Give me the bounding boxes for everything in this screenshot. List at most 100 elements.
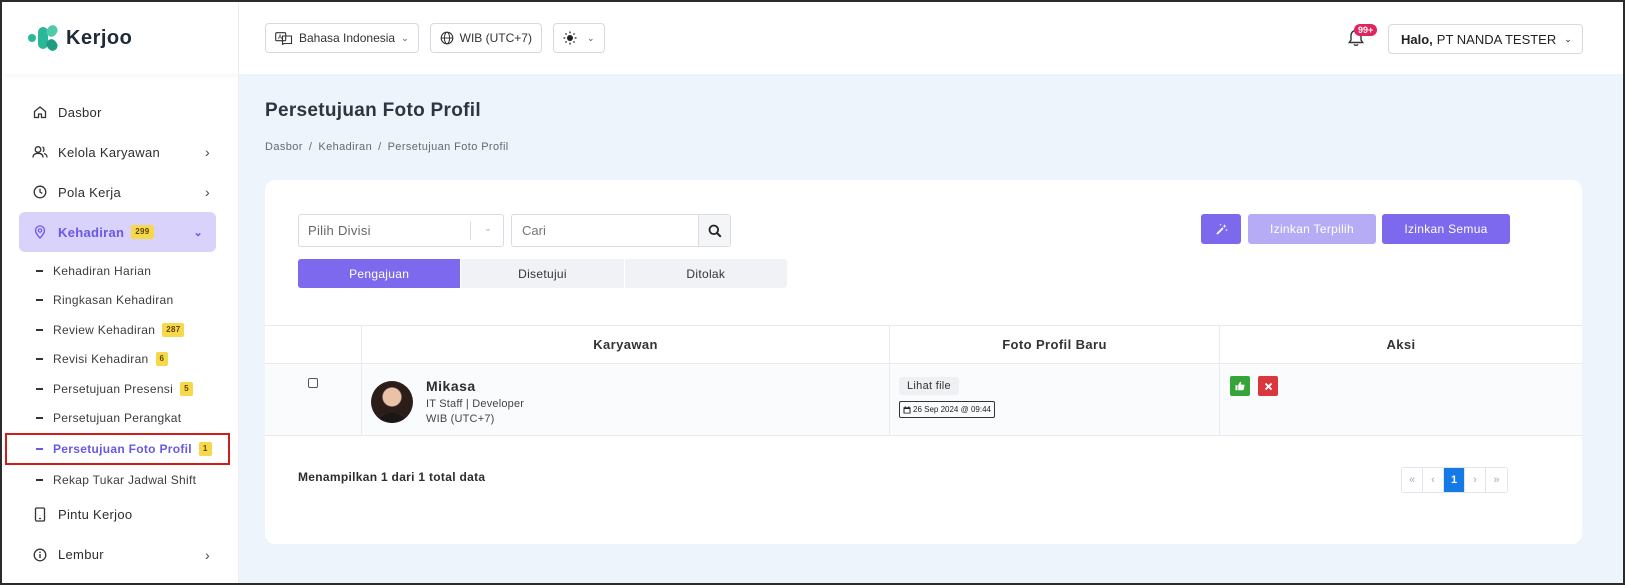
clock-icon	[32, 184, 48, 200]
presensi-count-badge: 5	[180, 381, 193, 396]
pagination-page-current[interactable]: 1	[1444, 468, 1465, 492]
search-button[interactable]	[698, 215, 730, 246]
pagination-last[interactable]: »	[1486, 468, 1507, 492]
users-icon	[32, 144, 48, 160]
greeting: Halo,	[1401, 31, 1433, 47]
breadcrumb: Dasbor / Kehadiran / Persetujuan Foto Profil	[265, 141, 509, 153]
table-row: Mikasa IT Staff | Developer WIB (UTC+7) …	[265, 364, 1582, 436]
brand-logo[interactable]: Kerjoo	[2, 2, 238, 74]
breadcrumb-item-kehadiran[interactable]: Kehadiran	[318, 141, 372, 153]
home-icon	[32, 104, 48, 120]
sidebar-subitem-label: Kehadiran Harian	[53, 263, 152, 278]
timezone-selector[interactable]: WIB (UTC+7)	[429, 23, 542, 53]
sidebar-subitem-label: Persetujuan Perangkat	[53, 411, 182, 426]
action-cell	[1219, 364, 1582, 435]
approve-button[interactable]	[1230, 376, 1250, 396]
sidebar-item-kelola-karyawan[interactable]: Kelola Karyawan ›	[2, 132, 238, 172]
theme-toggle[interactable]: ⌄	[552, 23, 605, 53]
sidebar-subitem-label: Rekap Tukar Jadwal Shift	[53, 472, 197, 487]
submission-date: 26 Sep 2024 @ 09:44	[899, 401, 995, 418]
column-header-karyawan: Karyawan	[361, 326, 889, 363]
sidebar-item-lembur[interactable]: Lembur ›	[2, 535, 238, 575]
table-summary: Menampilkan 1 dari 1 total data	[298, 470, 486, 484]
employee-cell: Mikasa IT Staff | Developer WIB (UTC+7)	[361, 364, 889, 435]
approval-card: Pilih Divisi ⌄ Pengajuan Disetujui Ditol…	[265, 180, 1582, 544]
pagination-first[interactable]: «	[1402, 468, 1423, 492]
employee-position: IT Staff | Developer	[426, 398, 525, 410]
chevron-right-icon: ›	[205, 546, 210, 563]
sidebar-subitem-persetujuan-presensi[interactable]: Persetujuan Presensi 5	[2, 374, 238, 404]
thumbs-up-icon	[1235, 381, 1245, 391]
row-checkbox[interactable]	[308, 378, 318, 388]
sidebar-subitem-label: Review Kehadiran	[53, 322, 156, 337]
breadcrumb-item-dasbor[interactable]: Dasbor	[265, 141, 303, 153]
pagination: « ‹ 1 › »	[1401, 467, 1508, 493]
sidebar-subitem-ringkasan-kehadiran[interactable]: Ringkasan Kehadiran	[2, 286, 238, 316]
sidebar-item-pola-kerja[interactable]: Pola Kerja ›	[2, 172, 238, 212]
sidebar-item-pintu-kerjoo[interactable]: Pintu Kerjoo	[2, 495, 238, 535]
timezone-label: WIB (UTC+7)	[459, 31, 532, 45]
brand-name: Kerjoo	[66, 26, 133, 49]
sidebar-subitem-rekap-tukar-jadwal[interactable]: Rekap Tukar Jadwal Shift	[2, 465, 238, 495]
sidebar-item-label: Kehadiran	[58, 224, 125, 240]
sidebar-subitem-label: Persetujuan Presensi	[53, 381, 174, 396]
notification-badge: 99+	[1354, 24, 1378, 36]
sidebar-item-label: Pola Kerja	[58, 184, 121, 200]
pagination-next[interactable]: ›	[1465, 468, 1486, 492]
submission-date-text: 26 Sep 2024 @ 09:44	[913, 405, 991, 414]
division-select-placeholder: Pilih Divisi	[308, 223, 371, 238]
sidebar-item-dasbor[interactable]: Dasbor	[2, 92, 238, 132]
sidebar-subitem-kehadiran-harian[interactable]: Kehadiran Harian	[2, 256, 238, 286]
tab-ditolak[interactable]: Ditolak	[623, 259, 787, 288]
kerjoo-logo-icon	[28, 23, 60, 53]
approval-table: Karyawan Foto Profil Baru Aksi Mikasa IT…	[265, 325, 1582, 436]
location-pin-icon	[32, 224, 48, 240]
user-menu[interactable]: Halo, PT NANDA TESTER ⌄	[1388, 24, 1583, 54]
tablet-icon	[32, 507, 48, 523]
revisi-count-badge: 6	[155, 352, 169, 367]
pagination-prev[interactable]: ‹	[1423, 468, 1444, 492]
search-box	[511, 214, 731, 247]
chevron-down-icon: ⌄	[586, 32, 595, 43]
sidebar-item-kehadiran[interactable]: Kehadiran 299 ⌄	[19, 212, 216, 252]
employee-name: Mikasa	[426, 378, 476, 394]
close-icon	[1264, 382, 1272, 390]
sidebar-subitem-label: Ringkasan Kehadiran	[53, 293, 174, 308]
foto-profil-count-badge: 1	[198, 442, 212, 456]
kehadiran-submenu: Kehadiran Harian Ringkasan Kehadiran Rev…	[2, 252, 238, 495]
division-select[interactable]: Pilih Divisi ⌄	[298, 214, 504, 247]
sidebar-item-label: Pintu Kerjoo	[58, 507, 133, 522]
tab-pengajuan[interactable]: Pengajuan	[298, 259, 461, 288]
sidebar-subitem-persetujuan-foto-profil[interactable]: Persetujuan Foto Profil 1	[5, 433, 230, 465]
column-header-aksi: Aksi	[1219, 326, 1582, 363]
user-name: PT NANDA TESTER	[1436, 31, 1557, 47]
app-window: Kerjoo Dasbor Kelola Karyawan › Pola Ker…	[0, 0, 1625, 585]
chevron-right-icon: ›	[205, 184, 210, 200]
magic-wand-button[interactable]	[1201, 214, 1241, 244]
approve-all-button[interactable]: Izinkan Semua	[1382, 214, 1510, 244]
sidebar-item-label: Dasbor	[58, 104, 102, 120]
photo-cell: Lihat file 26 Sep 2024 @ 09:44	[889, 364, 1219, 435]
calendar-icon	[903, 405, 911, 414]
reject-button[interactable]	[1258, 376, 1278, 396]
language-selector[interactable]: A Bahasa Indonesia ⌄	[265, 23, 419, 53]
table-header: Karyawan Foto Profil Baru Aksi	[265, 325, 1582, 364]
sidebar-subitem-persetujuan-perangkat[interactable]: Persetujuan Perangkat	[2, 404, 238, 434]
translate-icon: A	[275, 31, 293, 45]
chevron-down-icon: ⌄	[1564, 33, 1572, 44]
view-file-link[interactable]: Lihat file	[899, 377, 959, 395]
sun-icon	[563, 31, 577, 45]
info-circle-icon	[32, 547, 48, 563]
approve-selected-button[interactable]: Izinkan Terpilih	[1248, 214, 1376, 244]
sidebar-menu: Dasbor Kelola Karyawan › Pola Kerja › Ke…	[2, 74, 238, 575]
globe-icon	[440, 31, 454, 45]
chevron-down-icon: ⌄	[484, 223, 492, 233]
sidebar-subitem-revisi-kehadiran[interactable]: Revisi Kehadiran 6	[2, 345, 238, 375]
sidebar-subitem-label: Persetujuan Foto Profil	[53, 442, 192, 456]
chevron-right-icon: ›	[205, 144, 210, 160]
tab-disetujui[interactable]: Disetujui	[460, 259, 623, 288]
search-input[interactable]	[512, 215, 698, 246]
breadcrumb-item-current: Persetujuan Foto Profil	[387, 141, 509, 153]
sidebar-subitem-review-kehadiran[interactable]: Review Kehadiran 287	[2, 315, 238, 345]
main-content: Persetujuan Foto Profil Dasbor / Kehadiran…	[239, 74, 1623, 583]
